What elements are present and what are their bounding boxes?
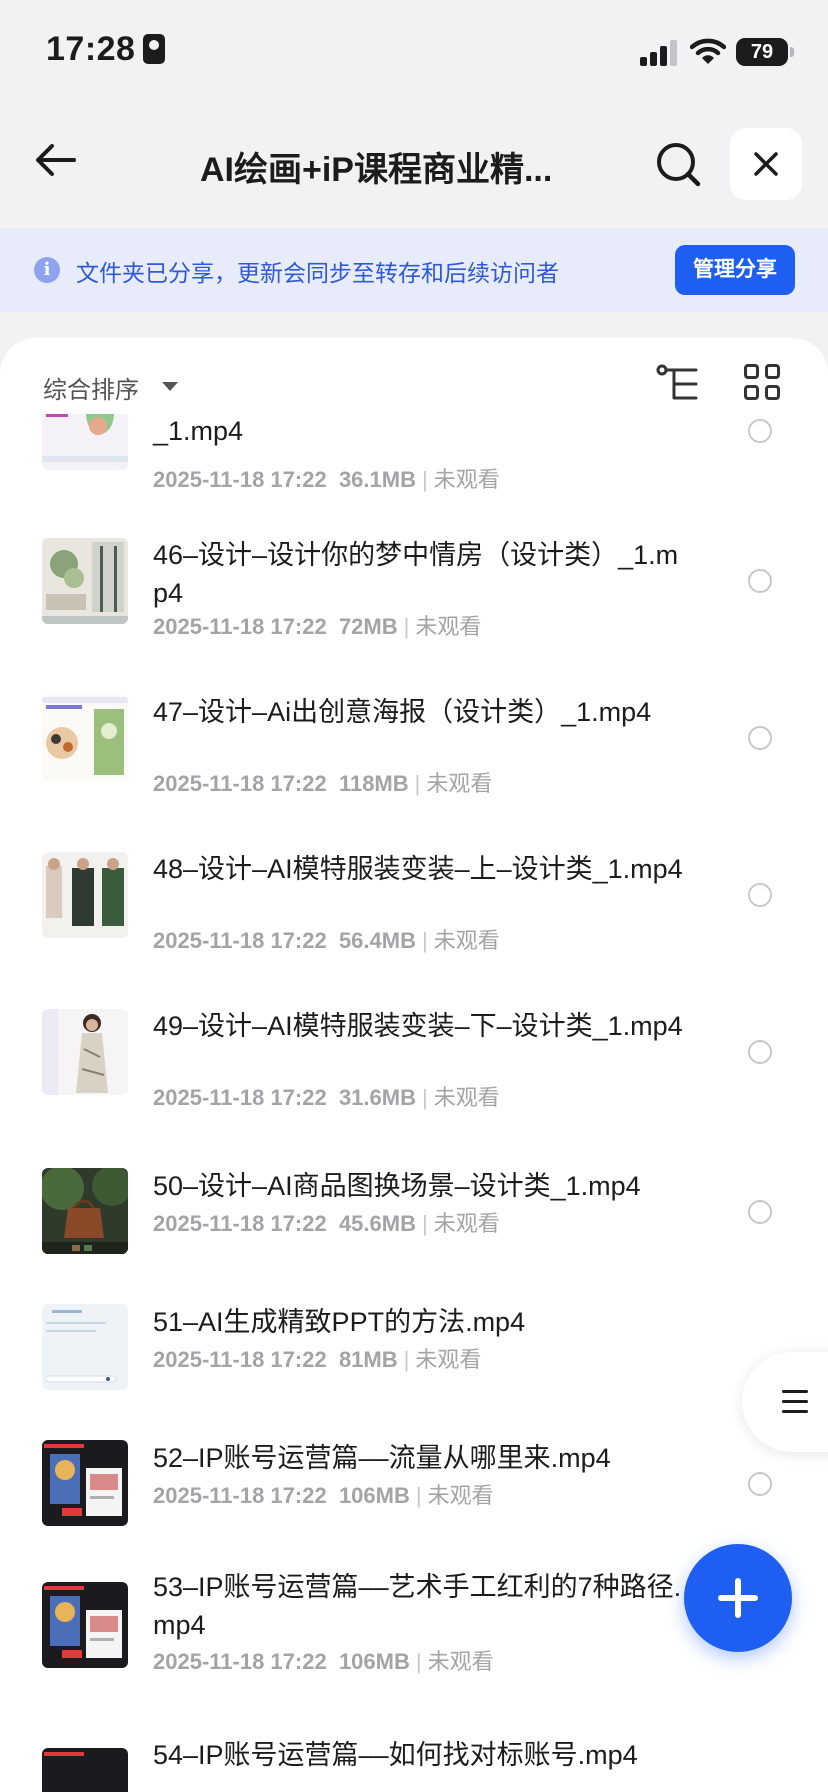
status-time: 17:28 xyxy=(46,30,166,69)
menu-icon xyxy=(782,1390,808,1393)
chevron-down-icon[interactable] xyxy=(162,382,178,391)
menu-icon-bar xyxy=(782,1400,808,1403)
list-item[interactable]: 47–设计–Ai出创意海报（设计类）_1.mp4 2025-11-18 17:2… xyxy=(0,695,828,831)
select-checkbox[interactable] xyxy=(748,883,772,907)
file-size: 106MB xyxy=(338,1483,410,1508)
file-meta: 2025-11-18 17:22 118MB | 未观看 xyxy=(153,771,493,796)
file-meta: 2025-11-18 17:22 72MB | 未观看 xyxy=(153,614,482,639)
file-size: 45.6MB xyxy=(338,1211,416,1236)
file-name: 51–AI生成精致PPT的方法.mp4 xyxy=(153,1307,526,1337)
watch-status: 未观看 xyxy=(427,1483,494,1508)
file-meta: 2025-11-18 17:22 106MB | 未观看 xyxy=(153,1483,494,1508)
watch-status: 未观看 xyxy=(415,614,482,639)
menu-icon-bar xyxy=(782,1410,808,1413)
watch-status: 未观看 xyxy=(426,771,493,796)
status-time-text: 17:28 xyxy=(46,30,136,68)
file-name: 47–设计–Ai出创意海报（设计类）_1.mp4 xyxy=(153,697,652,727)
file-name: 53–IP账号运营篇––艺术手工红利的7种路径.mp4 xyxy=(153,1572,682,1640)
file-date: 2025-11-18 17:22 xyxy=(153,1483,327,1508)
file-date: 2025-11-18 17:22 xyxy=(153,1347,327,1372)
wifi-icon xyxy=(690,38,726,64)
status-bar: 17:28 79 xyxy=(0,0,828,100)
file-meta: 2025-11-18 17:22 36.1MB | 未观看 xyxy=(153,467,500,492)
file-date: 2025-11-18 17:22 xyxy=(153,1211,327,1236)
focus-badge-icon xyxy=(143,34,166,64)
watch-status: 未观看 xyxy=(415,1347,482,1372)
list-item[interactable]: 52–IP账号运营篇––流量从哪里来.mp4 2025-11-18 17:22 … xyxy=(0,1438,828,1558)
select-checkbox[interactable] xyxy=(748,569,772,593)
manage-share-button[interactable]: 管理分享 xyxy=(675,245,795,295)
nav-header: AI绘画+iP课程商业精... xyxy=(0,100,828,228)
file-size: 31.6MB xyxy=(338,1085,416,1110)
add-button[interactable] xyxy=(684,1544,792,1652)
file-meta: 2025-11-18 17:22 106MB | 未观看 xyxy=(153,1649,494,1674)
share-banner-text: 文件夹已分享，更新会同步至转存和后续访问者 xyxy=(76,260,559,286)
file-size: 72MB xyxy=(338,614,398,639)
file-date: 2025-11-18 17:22 xyxy=(153,1085,327,1110)
video-thumbnail xyxy=(42,852,128,938)
share-banner: i 文件夹已分享，更新会同步至转存和后续访问者 管理分享 xyxy=(0,228,828,312)
video-thumbnail xyxy=(42,1582,128,1668)
file-name: 54–IP账号运营篇––如何找对标账号.mp4 xyxy=(153,1740,638,1770)
watch-status: 未观看 xyxy=(433,1085,500,1110)
video-thumbnail xyxy=(42,1304,128,1390)
file-date: 2025-11-18 17:22 xyxy=(153,614,327,639)
watch-status: 未观看 xyxy=(427,1649,494,1674)
video-thumbnail xyxy=(42,1168,128,1254)
file-name: 46–设计–设计你的梦中情房（设计类）_1.mp4 xyxy=(153,540,679,608)
list-item[interactable]: 50–设计–AI商品图换场景–设计类_1.mp4 2025-11-18 17:2… xyxy=(0,1166,828,1286)
tree-view-icon[interactable] xyxy=(656,364,700,404)
close-icon xyxy=(754,152,778,176)
list-item[interactable]: 54–IP账号运营篇––如何找对标账号.mp4 xyxy=(0,1740,828,1792)
file-name: 49–设计–AI模特服装变装–下–设计类_1.mp4 xyxy=(153,1011,683,1041)
select-checkbox[interactable] xyxy=(748,1040,772,1064)
file-size: 118MB xyxy=(338,771,409,796)
close-button[interactable] xyxy=(730,128,802,200)
file-name: 45–设计–家具设计–精美果冻套装（设计类）_1.mp4 xyxy=(153,416,244,446)
search-icon[interactable] xyxy=(652,138,706,192)
battery-level: 79 xyxy=(750,41,774,63)
watch-status: 未观看 xyxy=(433,928,500,953)
file-name: 52–IP账号运营篇––流量从哪里来.mp4 xyxy=(153,1443,611,1473)
list-item[interactable]: 51–AI生成精致PPT的方法.mp4 2025-11-18 17:22 81M… xyxy=(0,1302,828,1422)
select-checkbox[interactable] xyxy=(748,726,772,750)
video-thumbnail xyxy=(42,414,128,470)
watch-status: 未观看 xyxy=(433,1211,500,1236)
arrow-left-icon[interactable] xyxy=(30,134,82,186)
file-date: 2025-11-18 17:22 xyxy=(153,1649,327,1674)
file-date: 2025-11-18 17:22 xyxy=(153,928,327,953)
file-size: 106MB xyxy=(338,1649,410,1674)
file-meta: 2025-11-18 17:22 81MB | 未观看 xyxy=(153,1347,482,1372)
list-item[interactable]: 46–设计–设计你的梦中情房（设计类）_1.mp4 2025-11-18 17:… xyxy=(0,538,828,674)
video-thumbnail xyxy=(42,695,128,781)
grid-view-icon[interactable] xyxy=(744,364,784,404)
list-item[interactable]: 48–设计–AI模特服装变装–上–设计类_1.mp4 2025-11-18 17… xyxy=(0,852,828,988)
select-checkbox[interactable] xyxy=(748,1472,772,1496)
file-name: 48–设计–AI模特服装变装–上–设计类_1.mp4 xyxy=(153,854,683,884)
video-thumbnail xyxy=(42,1748,128,1792)
list-item[interactable]: 45–设计–家具设计–精美果冻套装（设计类）_1.mp4 2025-11-18 … xyxy=(0,414,828,510)
file-meta: 2025-11-18 17:22 45.6MB | 未观看 xyxy=(153,1211,500,1236)
file-date: 2025-11-18 17:22 xyxy=(153,771,327,796)
info-icon: i xyxy=(34,257,60,283)
video-thumbnail xyxy=(42,538,128,624)
sort-dropdown[interactable]: 综合排序 xyxy=(43,370,139,405)
file-meta: 2025-11-18 17:22 31.6MB | 未观看 xyxy=(153,1085,500,1110)
file-size: 36.1MB xyxy=(338,467,416,492)
list-item[interactable]: 49–设计–AI模特服装变装–下–设计类_1.mp4 2025-11-18 17… xyxy=(0,1009,828,1145)
file-name: 50–设计–AI商品图换场景–设计类_1.mp4 xyxy=(153,1171,641,1201)
cellular-signal-icon xyxy=(640,40,678,66)
watch-status: 未观看 xyxy=(433,467,500,492)
page-title: AI绘画+iP课程商业精... xyxy=(200,151,553,189)
file-size: 56.4MB xyxy=(338,928,416,953)
file-date: 2025-11-18 17:22 xyxy=(153,467,327,492)
select-checkbox[interactable] xyxy=(748,419,772,443)
file-meta: 2025-11-18 17:22 56.4MB | 未观看 xyxy=(153,928,500,953)
video-thumbnail xyxy=(42,1009,128,1095)
file-size: 81MB xyxy=(338,1347,398,1372)
video-thumbnail xyxy=(42,1440,128,1526)
battery-icon: 79 xyxy=(736,38,794,66)
select-checkbox[interactable] xyxy=(748,1200,772,1224)
